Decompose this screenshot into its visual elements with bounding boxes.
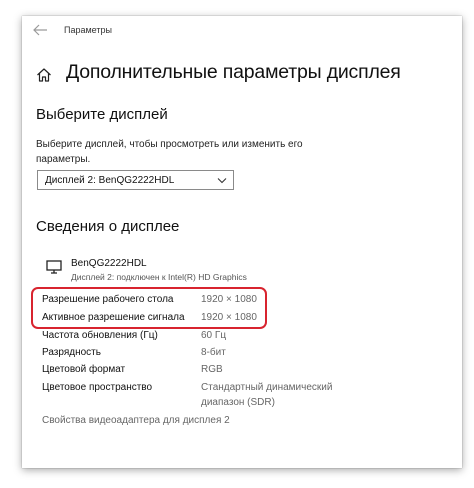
info-value-signal-resolution: 1920 × 1080 [201, 312, 257, 323]
monitor-subtitle: Дисплей 2: подключен к Intel(R) HD Graph… [71, 272, 247, 282]
info-value-bit-depth: 8-бит [201, 347, 226, 358]
home-icon[interactable] [36, 67, 52, 83]
display-select[interactable]: Дисплей 2: BenQG2222HDL [37, 170, 234, 190]
display-select-value: Дисплей 2: BenQG2222HDL [45, 175, 175, 186]
select-display-description: Выберите дисплей, чтобы просмотреть или … [36, 139, 303, 165]
info-value-color-space: Стандартный динамический диапазон (SDR) [201, 382, 333, 408]
settings-window: Параметры Дополнительные параметры диспл… [22, 16, 462, 468]
select-display-heading: Выберите дисплей [36, 106, 168, 123]
info-value-refresh-rate: 60 Гц [201, 330, 227, 341]
title-bar: Параметры [22, 16, 462, 44]
monitor-icon [46, 260, 62, 274]
info-value-desktop-resolution: 1920 × 1080 [201, 294, 257, 305]
info-label-desktop-resolution: Разрешение рабочего стола [42, 294, 174, 305]
display-info-heading: Сведения о дисплее [36, 218, 180, 235]
info-label-color-space: Цветовое пространство [42, 382, 153, 393]
info-label-refresh-rate: Частота обновления (Гц) [42, 330, 158, 341]
info-label-color-format: Цветовой формат [42, 364, 126, 375]
window-title: Параметры [64, 25, 112, 35]
back-arrow-icon[interactable] [32, 23, 48, 37]
monitor-name: BenQG2222HDL [71, 258, 147, 269]
info-label-bit-depth: Разрядность [42, 347, 101, 358]
page-title: Дополнительные параметры дисплея [66, 61, 401, 83]
chevron-down-icon [217, 178, 227, 184]
info-value-color-format: RGB [201, 364, 223, 375]
adapter-properties-link[interactable]: Свойства видеоадаптера для дисплея 2 [42, 415, 230, 426]
info-label-signal-resolution: Активное разрешение сигнала [42, 312, 185, 323]
